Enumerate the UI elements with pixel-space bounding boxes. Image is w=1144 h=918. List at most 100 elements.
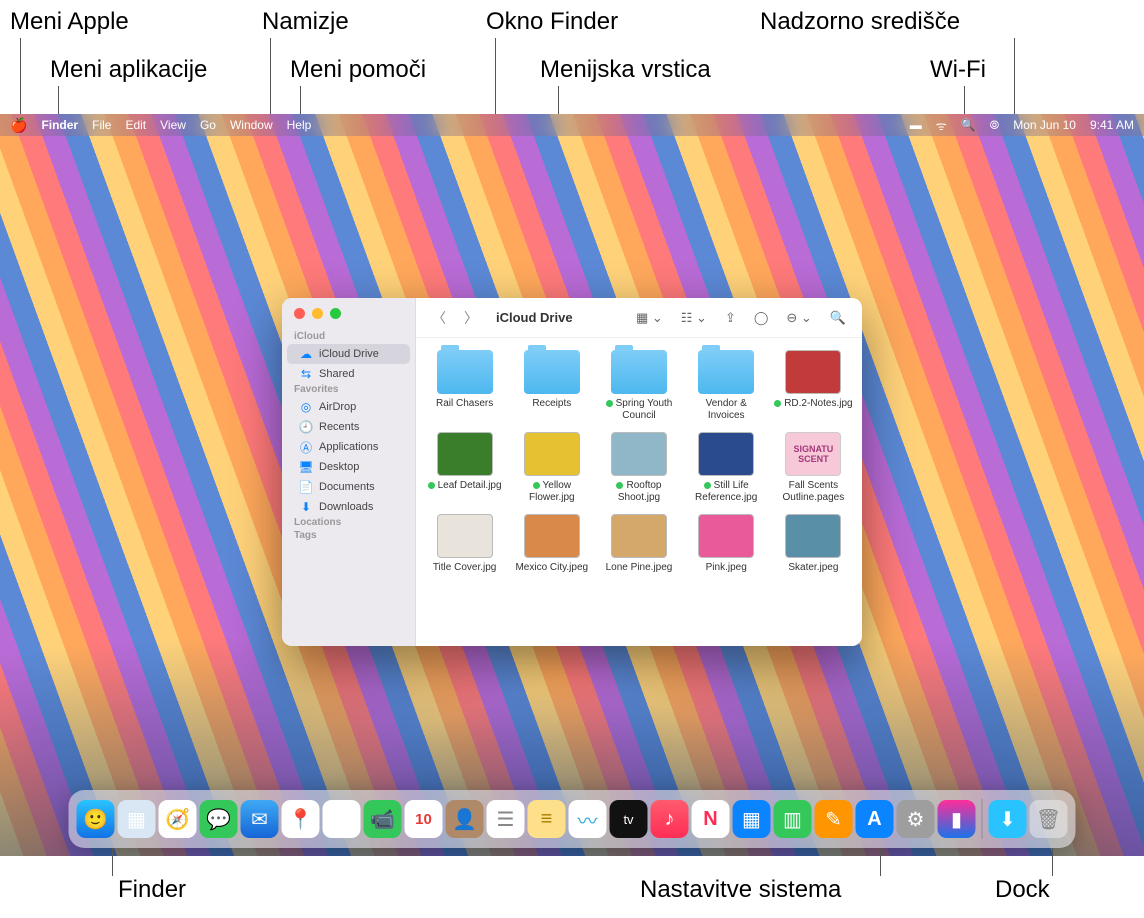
group-button[interactable]: ☷ ⌄ bbox=[677, 310, 711, 326]
sync-status-dot bbox=[606, 400, 613, 407]
dock-safari[interactable]: 🧭 bbox=[159, 800, 197, 838]
dock-numbers[interactable]: ▥ bbox=[774, 800, 812, 838]
sidebar-item-desktop[interactable]: 🖥Desktop bbox=[287, 457, 410, 477]
dock-notes[interactable]: ≡ bbox=[528, 800, 566, 838]
sidebar-item-icloud-drive[interactable]: ☁︎iCloud Drive bbox=[287, 344, 410, 364]
apple-menu-icon[interactable]: 🍎 bbox=[10, 118, 27, 132]
file-label: Spring Youth Council bbox=[599, 398, 679, 422]
dock-pages[interactable]: ✎ bbox=[815, 800, 853, 838]
view-icons-button[interactable]: ▦ ⌄ bbox=[632, 310, 667, 326]
file-item[interactable]: Vendor & Invoices bbox=[684, 348, 769, 424]
menubar-time[interactable]: 9:41 AM bbox=[1090, 118, 1134, 132]
menu-window[interactable]: Window bbox=[230, 118, 273, 132]
callout-apple-menu: Meni Apple bbox=[10, 8, 129, 36]
image-thumbnail bbox=[437, 514, 493, 558]
finder-toolbar: 〈 〉 iCloud Drive ▦ ⌄ ☷ ⌄ ⇪ ◯ ⊖ ⌄ 🔍 bbox=[416, 298, 862, 338]
dock: 🙂▦🧭💬✉︎📍❀📹10👤☰≡〰︎tv♪N▦▥✎A⚙︎▮⬇︎🗑 bbox=[69, 790, 1076, 848]
file-item[interactable]: RD.2-Notes.jpg bbox=[771, 348, 856, 424]
sidebar-item-recents[interactable]: 🕘Recents bbox=[287, 417, 410, 437]
minimize-button[interactable] bbox=[312, 308, 323, 319]
menu-go[interactable]: Go bbox=[200, 118, 216, 132]
close-button[interactable] bbox=[294, 308, 305, 319]
control-center-icon[interactable]: ⦾ bbox=[990, 118, 1000, 133]
menubar-date[interactable]: Mon Jun 10 bbox=[1013, 118, 1076, 132]
finder-window[interactable]: iCloud☁︎iCloud Drive⇆SharedFavorites◎Air… bbox=[282, 298, 862, 646]
sidebar-item-shared[interactable]: ⇆Shared bbox=[287, 364, 410, 384]
image-thumbnail bbox=[698, 432, 754, 476]
dock-system-settings[interactable]: ⚙︎ bbox=[897, 800, 935, 838]
app-menu[interactable]: Finder bbox=[41, 118, 78, 132]
tags-button[interactable]: ◯ bbox=[750, 310, 773, 326]
image-thumbnail bbox=[524, 432, 580, 476]
dock-news[interactable]: N bbox=[692, 800, 730, 838]
sidebar-item-airdrop[interactable]: ◎AirDrop bbox=[287, 397, 410, 417]
file-item[interactable]: Pink.jpeg bbox=[684, 512, 769, 576]
dock-facetime[interactable]: 📹 bbox=[364, 800, 402, 838]
file-item[interactable]: Mexico City.jpeg bbox=[509, 512, 594, 576]
spotlight-icon[interactable]: 🔍 bbox=[961, 118, 976, 132]
dock-finder[interactable]: 🙂 bbox=[77, 800, 115, 838]
file-item[interactable]: Skater.jpeg bbox=[771, 512, 856, 576]
dock-reminders[interactable]: ☰ bbox=[487, 800, 525, 838]
wifi-icon[interactable]: ᯤ bbox=[936, 117, 947, 134]
desktop[interactable]: 🍎 Finder File Edit View Go Window Help ▬… bbox=[0, 114, 1144, 856]
doc-icon: 📄 bbox=[299, 480, 313, 494]
finder-title: iCloud Drive bbox=[496, 310, 573, 325]
dock-freeform[interactable]: 〰︎ bbox=[569, 800, 607, 838]
menu-view[interactable]: View bbox=[160, 118, 186, 132]
dock-app-store[interactable]: A bbox=[856, 800, 894, 838]
file-label: RD.2-Notes.jpg bbox=[774, 398, 852, 410]
file-item[interactable]: Spring Youth Council bbox=[596, 348, 681, 424]
dock-messages[interactable]: 💬 bbox=[200, 800, 238, 838]
dock-keynote[interactable]: ▦ bbox=[733, 800, 771, 838]
sidebar-item-downloads[interactable]: ⬇︎Downloads bbox=[287, 497, 410, 517]
file-item[interactable]: Receipts bbox=[509, 348, 594, 424]
sync-status-dot bbox=[774, 400, 781, 407]
dock-calendar[interactable]: 10 bbox=[405, 800, 443, 838]
sidebar-item-applications[interactable]: ⒶApplications bbox=[287, 437, 410, 457]
dock-iphone-mirroring[interactable]: ▮ bbox=[938, 800, 976, 838]
sidebar-item-documents[interactable]: 📄Documents bbox=[287, 477, 410, 497]
file-label: Fall Scents Outline.pages bbox=[773, 480, 853, 504]
zoom-button[interactable] bbox=[330, 308, 341, 319]
file-label: Receipts bbox=[532, 398, 571, 410]
callout-finder-dock: Finder bbox=[118, 876, 186, 904]
dock-launchpad[interactable]: ▦ bbox=[118, 800, 156, 838]
forward-button[interactable]: 〉 bbox=[460, 308, 482, 328]
file-item[interactable]: Rail Chasers bbox=[422, 348, 507, 424]
clock-icon: 🕘 bbox=[299, 420, 313, 434]
cloud-icon: ☁︎ bbox=[299, 347, 313, 361]
battery-icon[interactable]: ▬ bbox=[910, 118, 922, 132]
share-button[interactable]: ⇪ bbox=[721, 310, 740, 326]
back-button[interactable]: 〈 bbox=[428, 308, 450, 328]
dock-tv[interactable]: tv bbox=[610, 800, 648, 838]
file-item[interactable]: Still Life Reference.jpg bbox=[684, 430, 769, 506]
callout-help-menu: Meni pomoči bbox=[290, 56, 426, 84]
file-item[interactable]: Leaf Detail.jpg bbox=[422, 430, 507, 506]
dock-downloads[interactable]: ⬇︎ bbox=[989, 800, 1027, 838]
file-item[interactable]: Title Cover.jpg bbox=[422, 512, 507, 576]
document-icon: SIGNATU SCENT bbox=[785, 432, 841, 476]
callout-menu-bar: Menijska vrstica bbox=[540, 56, 711, 84]
dock-trash[interactable]: 🗑 bbox=[1030, 800, 1068, 838]
dock-maps[interactable]: 📍 bbox=[282, 800, 320, 838]
dock-music[interactable]: ♪ bbox=[651, 800, 689, 838]
apps-icon: Ⓐ bbox=[299, 440, 313, 454]
file-item[interactable]: Rooftop Shoot.jpg bbox=[596, 430, 681, 506]
dock-separator bbox=[982, 799, 983, 839]
dock-mail[interactable]: ✉︎ bbox=[241, 800, 279, 838]
menu-edit[interactable]: Edit bbox=[125, 118, 146, 132]
airdrop-icon: ◎ bbox=[299, 400, 313, 414]
dock-photos[interactable]: ❀ bbox=[323, 800, 361, 838]
finder-content[interactable]: Rail Chasers Receipts Spring Youth Council… bbox=[416, 338, 862, 646]
search-button[interactable]: 🔍 bbox=[826, 310, 850, 326]
menu-bar: 🍎 Finder File Edit View Go Window Help ▬… bbox=[0, 114, 1144, 136]
file-item[interactable]: Lone Pine.jpeg bbox=[596, 512, 681, 576]
callout-wifi: Wi-Fi bbox=[930, 56, 986, 84]
menu-help[interactable]: Help bbox=[287, 118, 312, 132]
file-item[interactable]: Yellow Flower.jpg bbox=[509, 430, 594, 506]
menu-file[interactable]: File bbox=[92, 118, 111, 132]
file-item[interactable]: SIGNATU SCENT Fall Scents Outline.pages bbox=[771, 430, 856, 506]
action-button[interactable]: ⊖ ⌄ bbox=[782, 310, 815, 326]
dock-contacts[interactable]: 👤 bbox=[446, 800, 484, 838]
